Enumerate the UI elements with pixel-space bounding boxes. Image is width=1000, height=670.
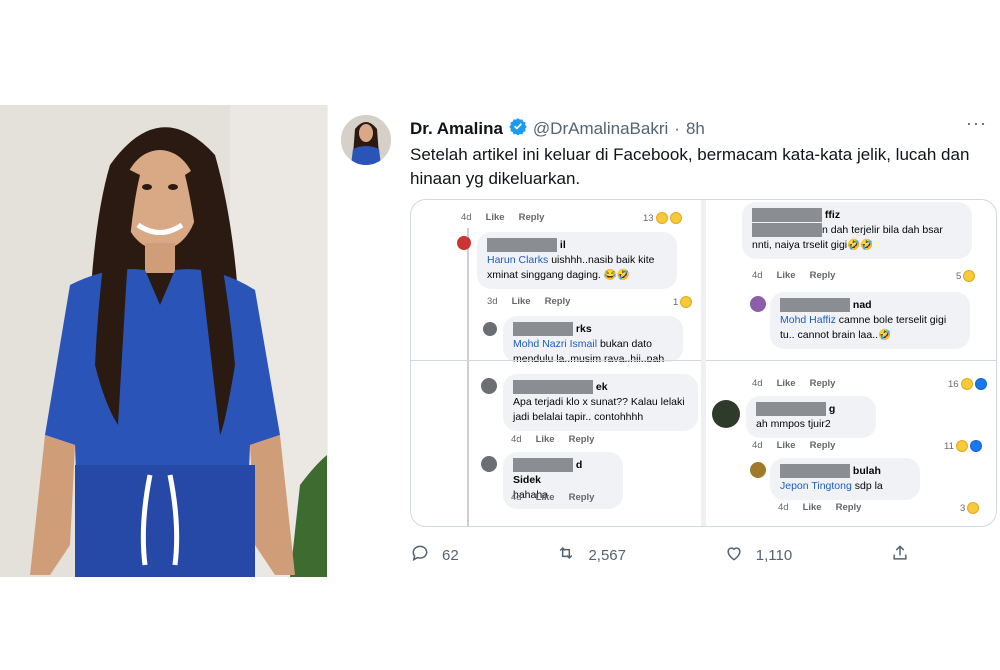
fb-comment-bubble: rks Mohd Nazri Ismail bukan dato mendulu…	[503, 316, 683, 362]
fb-comment-meta: 4d Like Reply	[752, 440, 836, 451]
reaction-count: 11	[944, 440, 982, 452]
fb-comment-meta: 4d Like Reply	[752, 378, 836, 389]
crop-divider	[706, 360, 996, 361]
verified-badge-icon	[509, 117, 527, 140]
fb-comment-meta: 4d Like Reply	[778, 502, 862, 513]
share-icon	[890, 543, 910, 567]
commenter-avatar	[481, 456, 497, 472]
fb-comment-bubble: g ah mmpos tjuir2	[746, 396, 876, 438]
doctor-photo-illustration	[0, 105, 327, 577]
commenter-avatar	[750, 462, 766, 478]
fb-comments-right-panel: ffiz n dah terjelir bila dah bsar nnti, …	[706, 200, 996, 526]
tweet-header: Dr. Amalina @DrAmalinaBakri · 8h	[410, 117, 705, 140]
tweet-text: Setelah artikel ini keluar di Facebook, …	[410, 145, 970, 188]
like-count: 1,110	[755, 546, 793, 564]
fb-comment-bubble: il Harun Clarks uishhh..nasib baik kite …	[477, 232, 677, 289]
fb-comments-left-panel: 4d Like Reply 13 il Harun Clarks uishhh..n…	[411, 200, 701, 526]
tweet-actions: 62 2,567 1,110	[410, 543, 910, 567]
reaction-count: 16	[948, 378, 987, 390]
commenter-avatar	[750, 296, 766, 312]
commenter-avatar	[712, 400, 740, 428]
share-button[interactable]	[890, 543, 910, 567]
reply-count: 62	[442, 546, 459, 564]
reply-icon	[410, 543, 430, 567]
reaction-count: 13	[643, 212, 682, 224]
commenter-avatar	[483, 322, 497, 336]
commenter-avatar	[457, 236, 471, 250]
fb-comment-bubble: bulah Jepon Tingtong sdp la	[770, 458, 920, 500]
fb-comment-meta: 4d Like Reply	[461, 212, 545, 223]
retweet-count: 2,567	[588, 546, 626, 564]
profile-photo	[0, 105, 327, 577]
reaction-count: 5	[956, 270, 976, 282]
heart-icon	[724, 543, 744, 567]
like-button[interactable]: 1,110	[724, 543, 792, 567]
tweet-card: Dr. Amalina @DrAmalinaBakri · 8h ··· Set…	[327, 105, 1000, 577]
fb-comment-meta: 4d Like Reply	[752, 270, 836, 281]
thread-line	[467, 228, 469, 526]
tweet-time[interactable]: 8h	[686, 119, 705, 139]
header-separator: ·	[674, 118, 680, 138]
tweet-media-image[interactable]: 4d Like Reply 13 il Harun Clarks uishhh..n…	[410, 199, 997, 527]
crop-divider	[411, 360, 701, 361]
reaction-count: 3	[960, 502, 980, 514]
display-name[interactable]: Dr. Amalina	[410, 119, 503, 139]
retweet-icon	[556, 543, 576, 567]
user-handle[interactable]: @DrAmalinaBakri	[533, 119, 668, 139]
commenter-avatar	[481, 378, 497, 394]
fb-comment-meta: 4d Like Reply	[511, 434, 595, 445]
reaction-count: 1	[673, 296, 693, 308]
fb-comment-meta: 4d Like Reply	[511, 492, 595, 503]
more-options-icon[interactable]: ···	[966, 113, 987, 134]
fb-comment-bubble: nad Mohd Haffiz camne bole terselit gigi…	[770, 292, 970, 349]
fb-comment-bubble: ek Apa terjadi klo x sunat?? Kalau lelak…	[503, 374, 698, 431]
reply-button[interactable]: 62	[410, 543, 459, 567]
fb-comment-bubble: ffiz n dah terjelir bila dah bsar nnti, …	[742, 202, 972, 259]
retweet-button[interactable]: 2,567	[556, 543, 626, 567]
avatar-image	[341, 115, 391, 165]
avatar[interactable]	[341, 115, 391, 165]
fb-comment-meta: 3d Like Reply	[487, 296, 571, 307]
